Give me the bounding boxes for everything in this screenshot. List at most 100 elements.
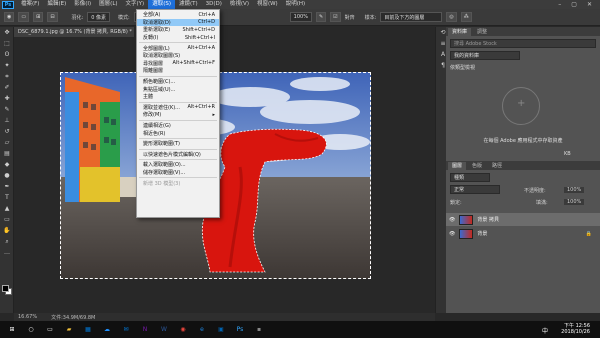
tab-channels[interactable]: 色版 <box>468 162 486 170</box>
view-by-type-label[interactable]: 依類型檢視 <box>450 64 475 71</box>
menu-item[interactable]: 檔案(F) <box>17 0 43 9</box>
fill-input[interactable]: 100% <box>564 199 585 205</box>
new-selection-icon[interactable]: ▭ <box>18 12 30 22</box>
brush-tool-icon[interactable]: ✎ <box>0 104 14 115</box>
healing-brush-tool-icon[interactable]: ✚ <box>0 93 14 104</box>
zoom-readout[interactable]: 16.67% <box>18 314 37 320</box>
select-menu-item[interactable]: 全部圖層(L) Alt+Ctrl+A <box>137 44 219 52</box>
select-menu-item[interactable]: 全部(A) Ctrl+A <box>137 11 219 19</box>
document-tab[interactable]: DSC_6879.1.jpg @ 16.7% (背景 拷貝, RGB/8) * <box>14 27 134 37</box>
edge-icon[interactable]: e <box>195 324 209 336</box>
tab-layers[interactable]: 圖層 <box>448 162 467 170</box>
select-menu-item[interactable]: 選取並遮住(K)... Alt+Ctrl+R <box>137 104 219 112</box>
clone-stamp-tool-icon[interactable]: ⊥ <box>0 115 14 126</box>
search-icon[interactable]: ○ <box>24 324 38 336</box>
app-icon[interactable]: ▪ <box>252 324 266 336</box>
select-menu-item[interactable]: 變形選取範圍(T) <box>137 140 219 148</box>
zoom-select[interactable]: 100% <box>289 12 312 22</box>
add-selection-icon[interactable]: ⊞ <box>33 12 44 22</box>
tool-preset-icon[interactable]: ◉ <box>4 12 15 22</box>
mail-icon[interactable]: ✉ <box>119 324 133 336</box>
select-menu-item[interactable]: 相近色(R) <box>137 129 219 137</box>
airbrush-icon[interactable]: ✎ <box>315 12 327 22</box>
onenote-icon[interactable]: N <box>138 324 152 336</box>
select-menu-item[interactable]: 主體 <box>137 93 219 101</box>
history-brush-tool-icon[interactable]: ↺ <box>0 126 14 137</box>
tab-adjustments[interactable]: 調整 <box>473 28 491 36</box>
eraser-tool-icon[interactable]: ▱ <box>0 137 14 148</box>
checkbox-icon[interactable]: ☑ <box>330 12 341 22</box>
store-icon[interactable]: ▦ <box>81 324 95 336</box>
library-select[interactable]: 我的資料庫 <box>450 51 520 60</box>
select-menu-item[interactable]: 重新選取(E) Shift+Ctrl+D <box>137 26 219 34</box>
feather-input[interactable]: 0 像素 <box>87 12 110 22</box>
select-menu-item[interactable]: 顏色範圍(C)... <box>137 78 219 86</box>
layer-name[interactable]: 背景 <box>477 230 487 237</box>
layer-row-background-copy[interactable]: 👁 背景 拷貝 <box>446 213 600 226</box>
menu-item[interactable]: 圖層(L) <box>95 0 121 9</box>
menu-item[interactable]: 3D(D) <box>202 0 226 9</box>
eyedropper-tool-icon[interactable]: ✐ <box>0 82 14 93</box>
menu-item[interactable]: 影像(I) <box>70 0 95 9</box>
word-icon[interactable]: W <box>157 324 171 336</box>
select-menu-item[interactable]: 反轉(I) Shift+Ctrl+I <box>137 34 219 42</box>
gradient-tool-icon[interactable]: ▤ <box>0 148 14 159</box>
tab-libraries[interactable]: 資料庫 <box>448 28 472 36</box>
symmetry-icon[interactable]: ⁂ <box>460 12 472 22</box>
sample-select[interactable]: 目前及下方的圖層 <box>380 12 443 22</box>
foreground-color-swatch[interactable] <box>2 285 9 292</box>
lasso-tool-icon[interactable]: ʘ <box>0 49 14 60</box>
menu-item[interactable]: 選取(S) <box>148 0 175 9</box>
select-menu-item[interactable]: 焦點區域(U)... <box>137 85 219 93</box>
subtract-selection-icon[interactable]: ⊟ <box>47 12 58 22</box>
tab-paths[interactable]: 路徑 <box>488 162 506 170</box>
menu-item[interactable]: 濾鏡(T) <box>175 0 202 9</box>
close-icon[interactable]: ✕ <box>587 1 592 8</box>
photoshop-icon[interactable]: Ps <box>233 324 247 336</box>
explorer-icon[interactable]: ▰ <box>62 324 76 336</box>
select-menu-item[interactable]: 取消選取(D) Ctrl+D <box>137 18 219 27</box>
path-selection-tool-icon[interactable]: ▲ <box>0 203 14 214</box>
edit-toolbar-icon[interactable]: … <box>0 247 14 258</box>
opacity-input[interactable]: 100% <box>564 187 585 193</box>
taskbar-clock[interactable]: 下午 12:56 2018/10/26 <box>561 323 590 335</box>
select-menu-item[interactable]: 儲存選取範圍(V)... <box>137 169 219 177</box>
layer-row-background[interactable]: 👁 背景 🔒 <box>446 227 600 240</box>
menu-item[interactable]: 視窗(W) <box>253 0 282 9</box>
blur-tool-icon[interactable]: ◆ <box>0 159 14 170</box>
menu-item[interactable]: 檢視(V) <box>226 0 253 9</box>
menu-item[interactable]: 文字(Y) <box>122 0 149 9</box>
pressure-icon[interactable]: ◎ <box>446 12 457 22</box>
chrome-icon[interactable]: ◉ <box>176 324 190 336</box>
magic-wand-tool-icon[interactable]: ✦ <box>0 60 14 71</box>
select-menu-item[interactable]: 以快速遮色片模式編輯(Q) <box>137 151 219 159</box>
blend-mode-select[interactable]: 正常 <box>450 185 500 194</box>
marquee-tool-icon[interactable]: ⬚ <box>0 38 14 49</box>
menu-item[interactable]: 編輯(E) <box>43 0 70 9</box>
select-menu-item[interactable]: 尋找圖層 Alt+Shift+Ctrl+F <box>137 60 219 68</box>
visibility-eye-icon[interactable]: 👁 <box>449 217 455 223</box>
taskview-icon[interactable]: ▭ <box>43 324 57 336</box>
shape-tool-icon[interactable]: ▭ <box>0 214 14 225</box>
pen-tool-icon[interactable]: ✒ <box>0 181 14 192</box>
crop-tool-icon[interactable]: ⌗ <box>0 71 14 82</box>
input-language-indicator[interactable]: 中 <box>542 326 548 335</box>
visibility-eye-icon[interactable]: 👁 <box>449 231 455 237</box>
zoom-tool-icon[interactable]: ⌕ <box>0 236 14 247</box>
type-tool-icon[interactable]: T <box>0 192 14 203</box>
move-tool-icon[interactable]: ✥ <box>0 27 14 38</box>
maximize-icon[interactable]: ▢ <box>571 1 577 8</box>
minimize-icon[interactable]: – <box>558 1 561 8</box>
select-menu-item[interactable]: 載入選取範圍(O)... <box>137 161 219 169</box>
select-menu-item[interactable]: 取消選取圖層(S) <box>137 52 219 60</box>
start-icon[interactable]: ⊞ <box>5 324 19 336</box>
stock-search-input[interactable]: 搜尋 Adobe Stock <box>450 39 596 48</box>
layer-kind-filter[interactable]: 種類 <box>450 173 490 182</box>
select-menu-item[interactable]: 連續相近(G) <box>137 122 219 130</box>
select-menu-item[interactable]: 修改(M) ▸ <box>137 111 219 119</box>
menu-item[interactable]: 說明(H) <box>282 0 309 9</box>
select-menu-item[interactable]: 隔離圖層 <box>137 67 219 75</box>
hand-tool-icon[interactable]: ✋ <box>0 225 14 236</box>
dodge-tool-icon[interactable]: ● <box>0 170 14 181</box>
layer-name[interactable]: 背景 拷貝 <box>477 216 499 223</box>
